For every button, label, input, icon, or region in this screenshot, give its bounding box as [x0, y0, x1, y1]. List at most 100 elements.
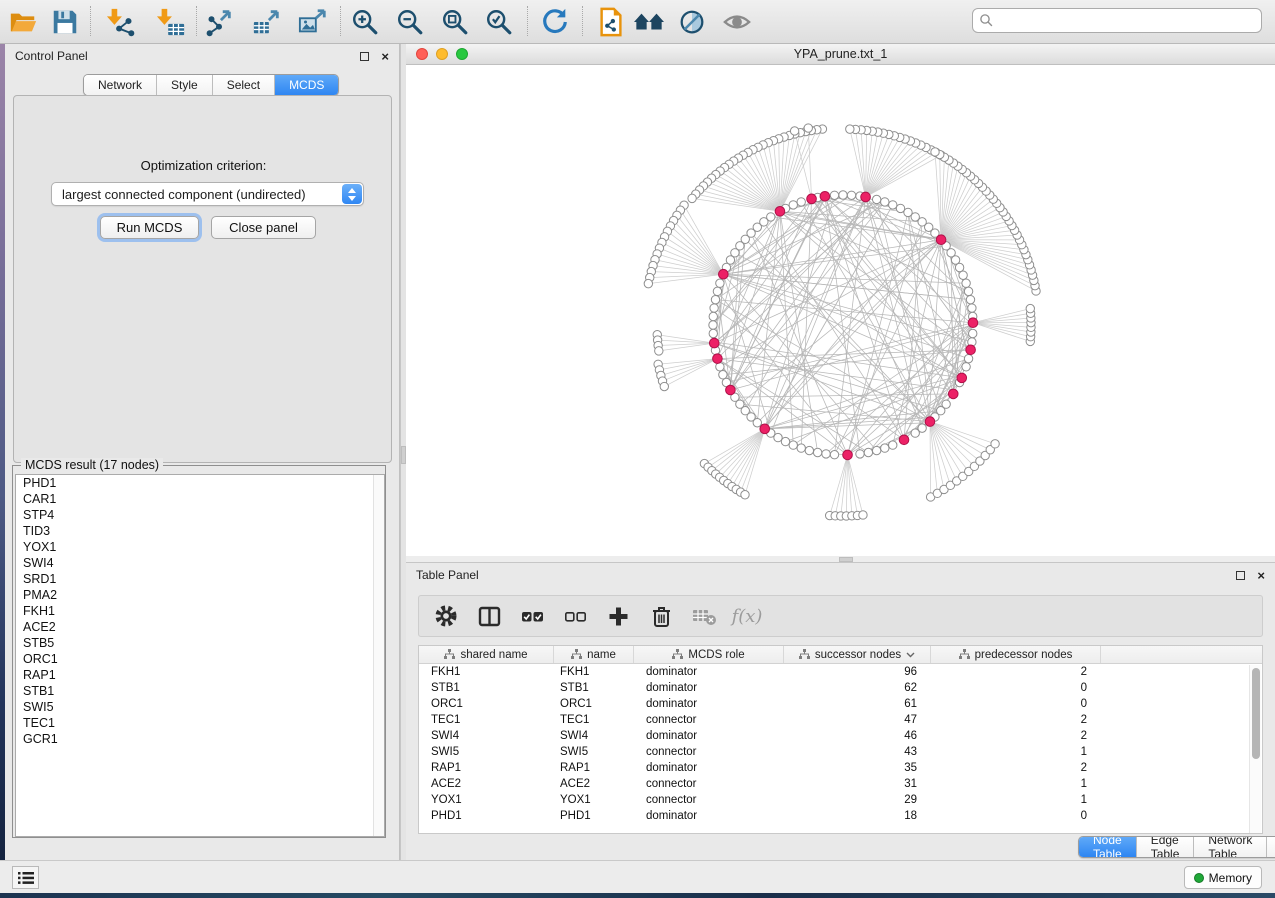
table-row[interactable]: RAP1RAP1dominator352 [419, 760, 1262, 776]
close-panel-button[interactable]: Close panel [211, 216, 316, 239]
float-panel-icon[interactable] [1236, 571, 1245, 580]
table-cell: ACE2 [554, 776, 634, 792]
table-cell: TEC1 [554, 712, 634, 728]
control-panel: Control Panel × NetworkStyleSelectMCDS O… [5, 44, 400, 862]
tab-motifs[interactable]: Motifs [1267, 837, 1275, 857]
mcds-list-item[interactable]: YOX1 [16, 539, 384, 555]
export-image-icon[interactable] [296, 5, 330, 39]
mcds-list-item[interactable]: CAR1 [16, 491, 384, 507]
optimization-criterion-select[interactable]: largest connected component (undirected) [51, 182, 364, 206]
table-header-row: shared namenameMCDS rolesuccessor nodesp… [419, 646, 1262, 664]
export-table-icon[interactable] [250, 5, 284, 39]
save-session-icon[interactable] [48, 5, 82, 39]
mcds-list-item[interactable]: GCR1 [16, 731, 384, 747]
select-all-checkboxes-icon[interactable] [519, 603, 545, 629]
mcds-list-item[interactable]: STP4 [16, 507, 384, 523]
close-panel-icon[interactable]: × [381, 52, 389, 61]
mcds-list-item[interactable]: ACE2 [16, 619, 384, 635]
tab-network-table[interactable]: Network Table [1194, 837, 1267, 857]
column-header-predecessor-nodes[interactable]: predecessor nodes [931, 646, 1101, 663]
table-scrollbar[interactable] [1249, 665, 1261, 833]
column-header-shared-name[interactable]: shared name [419, 646, 554, 663]
tab-select[interactable]: Select [213, 75, 275, 95]
status-bar: Memory [0, 860, 1275, 893]
delete-column-icon[interactable] [648, 603, 674, 629]
mcds-list-scrollbar[interactable] [373, 475, 384, 836]
table-cell: STB1 [554, 680, 634, 696]
table-row[interactable]: PHD1PHD1dominator180 [419, 808, 1262, 824]
float-panel-icon[interactable] [360, 52, 369, 61]
table-cell: 61 [784, 696, 931, 712]
mcds-list-item[interactable]: STB1 [16, 683, 384, 699]
attribute-type-icon [959, 649, 970, 660]
table-cell: connector [634, 712, 784, 728]
new-network-from-selection-icon[interactable] [594, 5, 628, 39]
table-cell: 43 [784, 744, 931, 760]
scrollbar-thumb[interactable] [1252, 668, 1260, 759]
tab-edge-table[interactable]: Edge Table [1137, 837, 1195, 857]
table-cell: PHD1 [419, 808, 554, 824]
table-row[interactable]: FKH1FKH1dominator962 [419, 664, 1262, 680]
table-cell: connector [634, 744, 784, 760]
mcds-result-list[interactable]: PHD1CAR1STP4TID3YOX1SWI4SRD1PMA2FKH1ACE2… [15, 474, 385, 837]
run-mcds-button[interactable]: Run MCDS [100, 216, 199, 239]
zoom-in-icon[interactable] [348, 5, 382, 39]
export-network-icon[interactable] [202, 5, 236, 39]
mcds-list-item[interactable]: TID3 [16, 523, 384, 539]
zoom-fit-content-icon[interactable] [438, 5, 472, 39]
column-layout-icon[interactable] [476, 603, 502, 629]
table-row[interactable]: ACE2ACE2connector311 [419, 776, 1262, 792]
mcds-list-item[interactable]: RAP1 [16, 667, 384, 683]
add-column-icon[interactable] [605, 603, 631, 629]
table-cell: FKH1 [419, 664, 554, 680]
settings-gear-icon[interactable] [433, 603, 459, 629]
mcds-list-item[interactable]: STB5 [16, 635, 384, 651]
column-header-name[interactable]: name [554, 646, 634, 663]
close-panel-icon[interactable]: × [1257, 571, 1265, 580]
show-panels-list-button[interactable] [12, 866, 39, 889]
table-row[interactable]: ORC1ORC1dominator610 [419, 696, 1262, 712]
table-cell: dominator [634, 760, 784, 776]
table-cell: dominator [634, 808, 784, 824]
mcds-list-item[interactable]: ORC1 [16, 651, 384, 667]
network-canvas[interactable] [406, 65, 1275, 556]
table-row[interactable]: STB1STB1dominator620 [419, 680, 1262, 696]
mcds-list-item[interactable]: TEC1 [16, 715, 384, 731]
tab-node-table[interactable]: Node Table [1079, 837, 1137, 857]
mcds-list-item[interactable]: SRD1 [16, 571, 384, 587]
memory-button[interactable]: Memory [1184, 866, 1262, 889]
table-row[interactable]: SWI4SWI4dominator462 [419, 728, 1262, 744]
node-table: shared namenameMCDS rolesuccessor nodesp… [418, 645, 1263, 834]
tab-network[interactable]: Network [84, 75, 157, 95]
column-header-successor-nodes[interactable]: successor nodes [784, 646, 931, 663]
mcds-list-item[interactable]: PHD1 [16, 475, 384, 491]
hide-selected-icon[interactable] [675, 5, 709, 39]
tab-mcds[interactable]: MCDS [275, 75, 338, 95]
apply-layout-refresh-icon[interactable] [538, 5, 572, 39]
tab-style[interactable]: Style [157, 75, 213, 95]
mcds-list-item[interactable]: FKH1 [16, 603, 384, 619]
optimization-criterion-label: Optimization criterion: [14, 158, 393, 173]
zoom-out-icon[interactable] [393, 5, 427, 39]
mcds-list-item[interactable]: PMA2 [16, 587, 384, 603]
table-cell: SWI4 [419, 728, 554, 744]
table-row[interactable]: YOX1YOX1connector291 [419, 792, 1262, 808]
open-session-icon[interactable] [6, 5, 40, 39]
mcds-panel: Optimization criterion: largest connecte… [13, 95, 392, 463]
table-cell: SWI5 [554, 744, 634, 760]
column-header-MCDS-role[interactable]: MCDS role [634, 646, 784, 663]
first-neighbors-icon[interactable] [632, 5, 666, 39]
deselect-all-checkboxes-icon[interactable] [562, 603, 588, 629]
import-table-file-icon[interactable] [154, 5, 188, 39]
mcds-list-item[interactable]: SWI5 [16, 699, 384, 715]
import-network-file-icon[interactable] [104, 5, 138, 39]
search-input[interactable] [994, 11, 1261, 31]
zoom-selected-icon[interactable] [482, 5, 516, 39]
function-builder-icon: f(x) [734, 603, 760, 629]
mcds-list-item[interactable]: SWI4 [16, 555, 384, 571]
table-row[interactable]: SWI5SWI5connector431 [419, 744, 1262, 760]
table-cell: 0 [931, 808, 1101, 824]
search-box[interactable] [972, 8, 1262, 33]
show-all-icon[interactable] [720, 5, 754, 39]
table-row[interactable]: TEC1TEC1connector472 [419, 712, 1262, 728]
